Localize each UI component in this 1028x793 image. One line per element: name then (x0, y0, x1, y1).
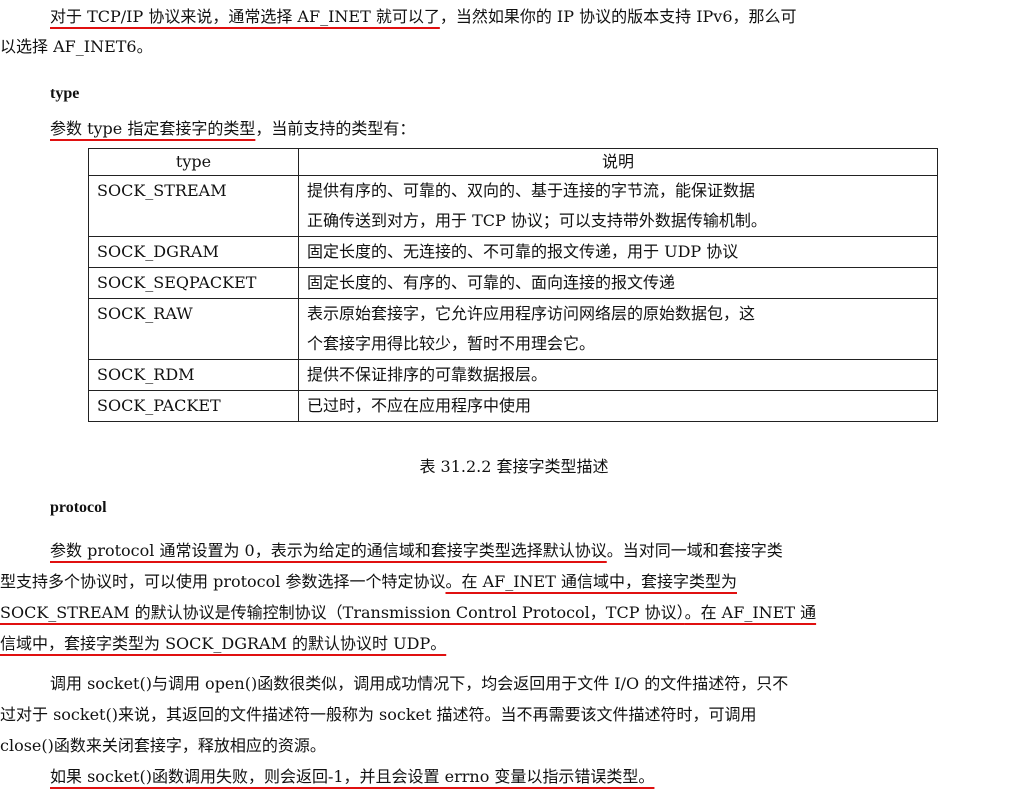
cell-description: 提供有序的、可靠的、双向的、基于连接的字节流，能保证数据 正确传送到对方，用于 … (298, 175, 938, 237)
protocol-para-2-line-2: 过对于 socket()来说，其返回的文件描述符一般称为 socket 描述符。… (0, 705, 757, 724)
protocol-p1-l1-rest: 。当对同一域和套接字类 (606, 541, 783, 560)
intro-line-1-rest: ，当然如果你的 IP 协议的版本支持 IPv6，那么可 (439, 7, 797, 26)
protocol-p1-l4-highlight: 信域中，套接字类型为 SOCK_DGRAM 的默认协议时 UDP。 (0, 634, 447, 653)
protocol-para-1-line-1: 参数 protocol 通常设置为 0，表示为给定的通信域和套接字类型选择默认协… (0, 540, 1018, 562)
protocol-heading: protocol (50, 499, 107, 516)
intro-highlight: 对于 TCP/IP 协议来说，通常选择 AF_INET 就可以了 (50, 7, 440, 26)
cell-type: SOCK_STREAM (88, 175, 299, 237)
table-row: SOCK_STREAM 提供有序的、可靠的、双向的、基于连接的字节流，能保证数据… (88, 175, 938, 237)
intro-line-2: 以选择 AF_INET6。 (0, 37, 153, 56)
cell-description-line: 正确传送到对方，用于 TCP 协议；可以支持带外数据传输机制。 (307, 211, 767, 230)
cell-type: SOCK_RDM (88, 359, 299, 391)
cell-description: 固定长度的、无连接的、不可靠的报文传递，用于 UDP 协议 (298, 236, 938, 268)
protocol-p1-l2-wrap: 型支持多个协议时，可以使用 protocol 参数选择一个特定协议。在 AF_I… (0, 571, 737, 593)
cell-type: SOCK_RAW (88, 298, 299, 360)
protocol-para-1-line-4: 信域中，套接字类型为 SOCK_DGRAM 的默认协议时 UDP。 (0, 633, 446, 655)
protocol-p1-l2-text: 型支持多个协议时，可以使用 protocol 参数选择一个特定协议 (0, 572, 446, 591)
cell-type: SOCK_DGRAM (88, 236, 299, 268)
type-lead-rest: ，当前支持的类型有： (255, 119, 416, 138)
protocol-p1-l3-highlight: SOCK_STREAM 的默认协议是传输控制协议（Transmission Co… (0, 603, 685, 622)
table-row: SOCK_DGRAM 固定长度的、无连接的、不可靠的报文传递，用于 UDP 协议 (88, 236, 938, 268)
protocol-para-1-line-2: 型支持多个协议时，可以使用 protocol 参数选择一个特定协议。在 AF_I… (0, 571, 1018, 593)
cell-description-line: 个套接字用得比较少，暂时不用理会它。 (307, 334, 596, 353)
type-lead-highlight: 参数 type 指定套接字的类型 (50, 119, 256, 138)
protocol-para-2-line-1: 调用 socket()与调用 open()函数很类似，调用成功情况下，均会返回用… (50, 674, 789, 693)
cell-description: 已过时，不应在应用程序中使用 (298, 390, 938, 422)
header-description: 说明 (298, 148, 938, 176)
protocol-p3-highlight: 如果 socket()函数调用失败，则会返回-1，并且会设置 errno 变量以… (50, 767, 655, 786)
protocol-para-2-line-3: close()函数来关闭套接字，释放相应的资源。 (0, 736, 326, 755)
protocol-para-3: 如果 socket()函数调用失败，则会返回-1，并且会设置 errno 变量以… (50, 766, 654, 788)
cell-type: SOCK_PACKET (88, 390, 299, 422)
table-row: SOCK_SEQPACKET 固定长度的、有序的、可靠的、面向连接的报文传递 (88, 267, 938, 299)
cell-description-line: 提供有序的、可靠的、双向的、基于连接的字节流，能保证数据 (307, 181, 756, 200)
protocol-p1-l2-highlight: 。在 AF_INET 通信域中，套接字类型为 (445, 572, 737, 591)
cell-type: SOCK_SEQPACKET (88, 267, 299, 299)
protocol-p1-l3-wrap: SOCK_STREAM 的默认协议是传输控制协议（Transmission Co… (0, 602, 816, 624)
cell-description-line: 表示原始套接字，它允许应用程序访问网络层的原始数据包，这 (307, 304, 756, 323)
protocol-p1-l1-wrap: 参数 protocol 通常设置为 0，表示为给定的通信域和套接字类型选择默认协… (0, 540, 783, 562)
cell-description: 固定长度的、有序的、可靠的、面向连接的报文传递 (298, 267, 938, 299)
table-row: SOCK_PACKET 已过时，不应在应用程序中使用 (88, 390, 938, 422)
cell-description: 表示原始套接字，它允许应用程序访问网络层的原始数据包，这 个套接字用得比较少，暂… (298, 298, 938, 360)
cell-description: 提供不保证排序的可靠数据报层。 (298, 359, 938, 391)
header-type: type (88, 148, 299, 176)
intro-line-1: 对于 TCP/IP 协议来说，通常选择 AF_INET 就可以了，当然如果你的 … (50, 6, 797, 28)
type-lead: 参数 type 指定套接字的类型，当前支持的类型有： (50, 118, 415, 140)
document-page: 对于 TCP/IP 协议来说，通常选择 AF_INET 就可以了，当然如果你的 … (0, 0, 1028, 793)
table-caption: 表 31.2.2 套接字类型描述 (419, 457, 609, 476)
table-row: SOCK_RDM 提供不保证排序的可靠数据报层。 (88, 359, 938, 391)
type-heading: type (50, 85, 80, 102)
socket-type-table: type 说明 SOCK_STREAM 提供有序的、可靠的、双向的、基于连接的字… (88, 148, 938, 422)
table-row: SOCK_RAW 表示原始套接字，它允许应用程序访问网络层的原始数据包，这 个套… (88, 298, 938, 360)
protocol-p1-l3-highlight-2: 。在 AF_INET 通 (684, 603, 817, 622)
table-header-row: type 说明 (88, 148, 938, 176)
protocol-p1-l1-highlight: 参数 protocol 通常设置为 0，表示为给定的通信域和套接字类型选择默认协… (50, 541, 607, 560)
protocol-para-1-line-3: SOCK_STREAM 的默认协议是传输控制协议（Transmission Co… (0, 602, 1018, 624)
